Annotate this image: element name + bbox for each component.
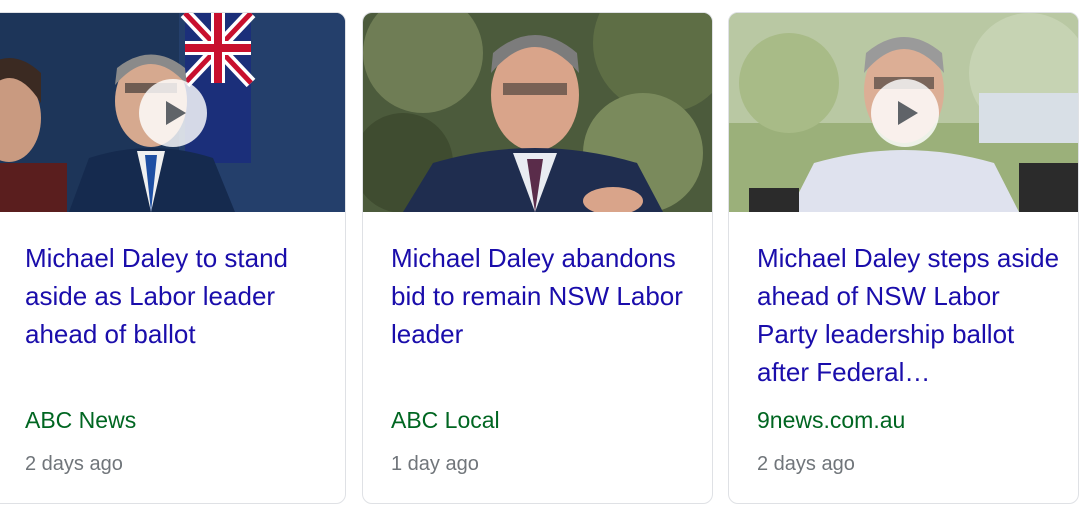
news-thumbnail[interactable] <box>0 13 345 212</box>
news-headline[interactable]: Michael Daley to stand aside as Labor le… <box>25 239 331 353</box>
play-button[interactable] <box>139 79 207 147</box>
news-timestamp: 2 days ago <box>25 453 123 475</box>
news-thumbnail[interactable] <box>363 13 712 212</box>
play-icon <box>166 101 186 125</box>
news-source: ABC Local <box>391 407 500 433</box>
news-card[interactable]: Michael Daley steps aside ahead of NSW L… <box>728 12 1079 504</box>
news-headline[interactable]: Michael Daley abandons bid to remain NSW… <box>391 239 698 353</box>
news-card[interactable]: Michael Daley abandons bid to remain NSW… <box>362 12 713 504</box>
news-headline[interactable]: Michael Daley steps aside ahead of NSW L… <box>757 239 1064 391</box>
play-icon <box>898 101 918 125</box>
play-button[interactable] <box>871 79 939 147</box>
news-timestamp: 1 day ago <box>391 453 479 475</box>
news-thumbnail[interactable] <box>729 13 1078 212</box>
news-card[interactable]: Michael Daley to stand aside as Labor le… <box>0 12 346 504</box>
news-timestamp: 2 days ago <box>757 453 855 475</box>
news-source: ABC News <box>25 407 137 433</box>
news-source: 9news.com.au <box>757 407 906 433</box>
